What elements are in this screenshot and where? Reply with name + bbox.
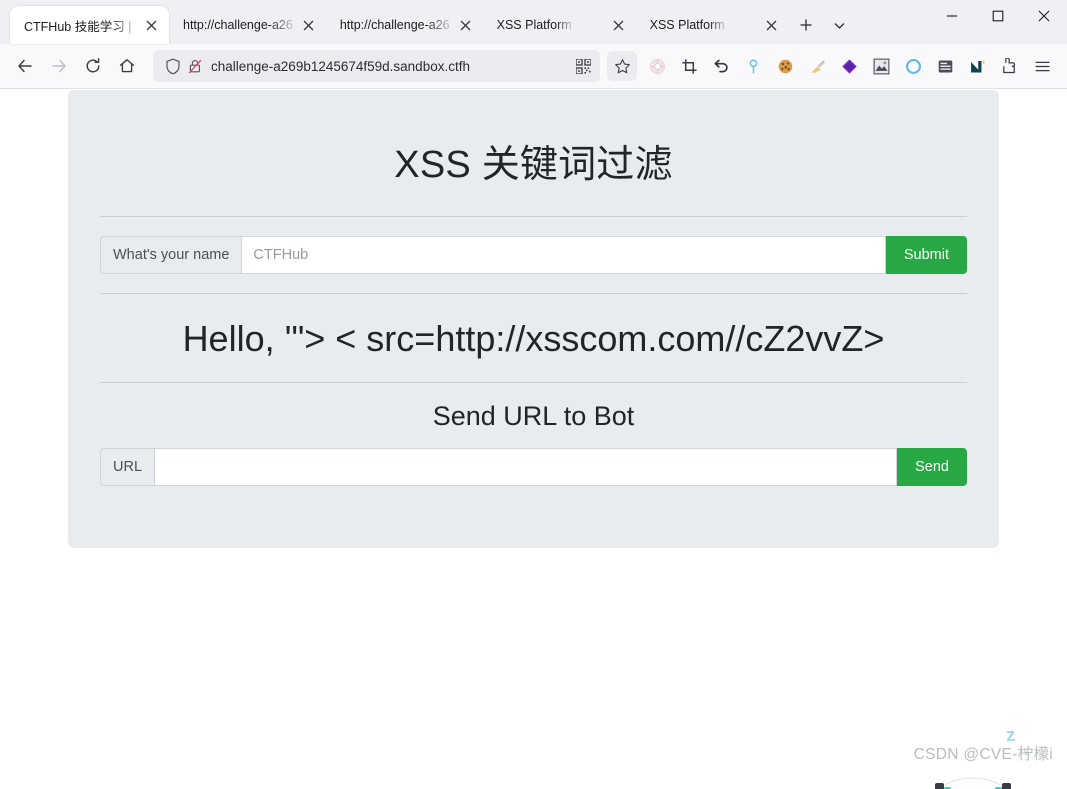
name-input-label: What's your name <box>100 236 242 275</box>
shield-icon[interactable] <box>162 55 184 77</box>
tab-title: http://challenge-a26 <box>183 18 293 32</box>
browser-tab-2[interactable]: http://challenge-a26 <box>326 6 483 44</box>
name-form: What's your name Submit <box>100 236 967 275</box>
watermark-z-large: z <box>1004 724 1016 747</box>
url-text[interactable]: challenge-a269b1245674f59d.sandbox.ctfh <box>211 59 570 74</box>
tab-close-icon[interactable] <box>143 17 160 34</box>
send-button[interactable]: Send <box>897 448 967 487</box>
tab-title: XSS Platform <box>496 18 572 32</box>
tab-close-icon[interactable] <box>763 17 780 34</box>
window-controls <box>929 0 1067 44</box>
browser-tab-0[interactable]: CTFHub 技能学习 | X <box>10 6 169 44</box>
netlogo-extension-icon[interactable] <box>962 51 992 81</box>
watermark: z z CSDN @CVE-柠檬i <box>887 724 1057 789</box>
addons-extension-icon[interactable] <box>994 51 1024 81</box>
qr-code-icon[interactable] <box>570 53 596 79</box>
url-input-label: URL <box>100 448 155 487</box>
bookmark-star-icon[interactable] <box>607 51 637 81</box>
browser-window: CTFHub 技能学习 | X http://challenge-a26 htt… <box>0 0 1067 789</box>
name-input[interactable] <box>241 236 886 275</box>
hamburger-menu-icon[interactable] <box>1025 49 1059 83</box>
watermark-z-small: z <box>1024 744 1030 758</box>
tab-close-icon[interactable] <box>300 17 317 34</box>
greeting-output: Hello, '"> < src=http://xsscom.com//cZ2v… <box>182 318 885 360</box>
back-arrow-icon[interactable] <box>8 49 42 83</box>
divider-top <box>100 216 967 218</box>
page-viewport: XSS 关键词过滤 What's your name Submit Hello,… <box>0 90 1067 789</box>
navigation-toolbar: challenge-a269b1245674f59d.sandbox.ctfh <box>0 44 1067 89</box>
tab-close-icon[interactable] <box>610 17 627 34</box>
bot-url-form: URL Send <box>100 448 967 487</box>
cookie-extension-icon[interactable] <box>770 51 800 81</box>
submit-button[interactable]: Submit <box>885 236 967 275</box>
location-pin-icon[interactable] <box>738 51 768 81</box>
url-bar[interactable]: challenge-a269b1245674f59d.sandbox.ctfh <box>153 50 600 82</box>
window-minimize-button[interactable] <box>929 0 975 32</box>
diamond-extension-icon[interactable] <box>834 51 864 81</box>
page-title: XSS 关键词过滤 <box>394 144 673 186</box>
container-bottom-spacer <box>100 486 967 548</box>
home-icon[interactable] <box>110 49 144 83</box>
broom-extension-icon[interactable] <box>802 51 832 81</box>
browser-tab-1[interactable]: http://challenge-a26 <box>169 6 326 44</box>
page-container: XSS 关键词过滤 What's your name Submit Hello,… <box>68 90 999 549</box>
tab-close-icon[interactable] <box>457 17 474 34</box>
tab-list: CTFHub 技能学习 | X http://challenge-a26 htt… <box>10 0 789 44</box>
bot-url-input[interactable] <box>154 448 898 487</box>
list-all-tabs-button[interactable] <box>825 10 855 40</box>
browser-tab-3[interactable]: XSS Platform <box>483 6 636 44</box>
new-tab-button[interactable] <box>791 10 821 40</box>
reload-icon[interactable] <box>76 49 110 83</box>
undo-extension-icon[interactable] <box>706 51 736 81</box>
lock-crossed-icon[interactable] <box>184 55 206 77</box>
crop-extension-icon[interactable] <box>674 51 704 81</box>
tab-title: http://challenge-a26 <box>339 18 450 32</box>
browser-tab-4[interactable]: XSS Platform <box>636 6 789 44</box>
tab-title: CTFHub 技能学习 | X <box>24 19 136 34</box>
window-close-button[interactable] <box>1021 0 1067 32</box>
bot-section-title: Send URL to Bot <box>432 401 635 432</box>
tab-title: XSS Platform <box>649 18 725 32</box>
watermark-sleeping-figure-icon <box>935 777 1011 789</box>
wheel-extension-icon[interactable] <box>642 51 672 81</box>
photo-extension-icon[interactable] <box>866 51 896 81</box>
card-extension-icon[interactable] <box>930 51 960 81</box>
tab-strip: CTFHub 技能学习 | X http://challenge-a26 htt… <box>0 0 1067 44</box>
forward-arrow-icon[interactable] <box>42 49 76 83</box>
window-maximize-button[interactable] <box>975 0 1021 32</box>
circle-extension-icon[interactable] <box>898 51 928 81</box>
watermark-text: CSDN @CVE-柠檬i <box>913 746 1053 763</box>
